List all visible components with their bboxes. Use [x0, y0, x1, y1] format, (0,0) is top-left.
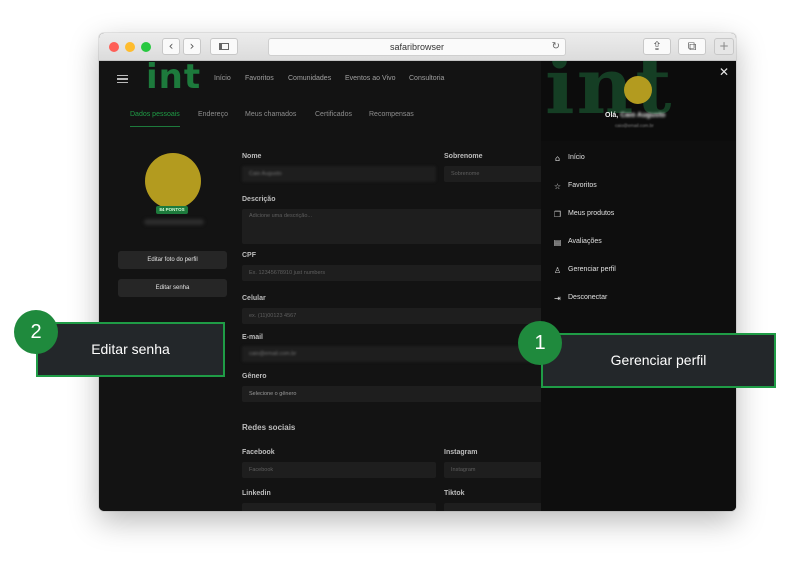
sobrenome-label: Sobrenome [444, 153, 483, 160]
profile-name-blurred [144, 219, 204, 225]
celular-field[interactable]: ex. (11)00123 4567 [242, 308, 544, 324]
greeting-user-name: Caio Augusto [620, 112, 666, 119]
browser-window: ‹ › safaribrowser ↻ ⇪ ⧉ + int Início Fav… [99, 33, 736, 511]
tab-recompensas[interactable]: Recompensas [369, 111, 414, 118]
email-field[interactable]: caio@email.com.br [242, 346, 544, 362]
menu-banner-logo: int [545, 61, 674, 132]
descricao-field[interactable]: Adicione uma descrição... [242, 209, 544, 244]
sobrenome-field[interactable]: Sobrenome [444, 166, 544, 182]
nav-item-consultoria[interactable]: Consultoria [409, 75, 444, 82]
facebook-field[interactable]: Facebook [242, 462, 436, 478]
side-menu-panel: int Olá, Caio Augusto caio@email.com.br … [541, 61, 736, 511]
edit-photo-button[interactable]: Editar foto do perfil [118, 251, 227, 269]
chevron-left-icon[interactable]: ‹ [162, 38, 180, 55]
logout-icon: ⇥ [554, 294, 561, 303]
nav-item-inicio[interactable]: Início [214, 75, 231, 82]
menu-item-label: Início [568, 154, 585, 161]
home-icon: ⌂ [554, 154, 561, 163]
tab-meus-chamados[interactable]: Meus chamados [245, 111, 296, 118]
descricao-label: Descrição [242, 196, 276, 203]
star-icon: ☆ [553, 182, 562, 191]
instagram-label: Instagram [444, 449, 478, 456]
linkedin-field[interactable] [242, 503, 436, 511]
tabs-icon[interactable]: ⧉ [678, 38, 706, 55]
email-label: E-mail [242, 334, 264, 341]
instagram-field[interactable]: Instagram [444, 462, 544, 478]
menu-avatar [624, 76, 652, 104]
edit-password-button[interactable]: Editar senha [118, 279, 227, 297]
avatar [145, 153, 201, 209]
hamburger-menu-icon[interactable] [117, 75, 128, 83]
app-logo[interactable]: int [146, 61, 201, 97]
nav-item-favoritos[interactable]: Favoritos [245, 75, 274, 82]
plus-icon[interactable]: + [714, 38, 734, 55]
close-icon[interactable]: ✕ [719, 65, 729, 79]
tiktok-field[interactable] [444, 503, 544, 511]
tiktok-label: Tiktok [444, 490, 465, 497]
genero-select[interactable]: Selecione o gênero [242, 386, 544, 402]
url-bar[interactable]: safaribrowser ↻ [268, 38, 566, 56]
user-icon: ♙ [553, 266, 562, 275]
active-tab-indicator [130, 126, 180, 127]
callout-badge-2: 2 [14, 310, 58, 354]
sidebar-icon[interactable] [210, 38, 238, 55]
copy-icon: ❐ [553, 210, 562, 219]
app-page: int Início Favoritos Comunidades Eventos… [99, 61, 736, 511]
linkedin-label: Linkedin [242, 490, 271, 497]
cpf-label: CPF [242, 252, 256, 259]
facebook-label: Facebook [242, 449, 275, 456]
callout-gerenciar-perfil: Gerenciar perfil [541, 333, 776, 388]
menu-banner: int Olá, Caio Augusto caio@email.com.br … [541, 61, 736, 141]
menu-user-email: caio@email.com.br [615, 123, 654, 128]
tab-endereco[interactable]: Endereço [198, 111, 228, 118]
book-icon: ▤ [553, 238, 562, 247]
minimize-window-button[interactable] [125, 42, 135, 52]
menu-item-label: Gerenciar perfil [568, 266, 616, 273]
nome-label: Nome [242, 153, 262, 160]
menu-item-label: Avaliações [568, 238, 602, 245]
close-window-button[interactable] [109, 42, 119, 52]
reload-icon[interactable]: ↻ [552, 39, 560, 55]
callout-badge-1: 1 [518, 321, 562, 365]
maximize-window-button[interactable] [141, 42, 151, 52]
url-text: safaribrowser [389, 42, 445, 52]
tab-certificados[interactable]: Certificados [315, 111, 352, 118]
menu-item-label: Desconectar [568, 294, 608, 301]
browser-titlebar: ‹ › safaribrowser ↻ ⇪ ⧉ + [99, 33, 736, 61]
redes-sociais-heading: Redes sociais [242, 423, 296, 432]
menu-item-label: Favoritos [568, 182, 597, 189]
nav-item-comunidades[interactable]: Comunidades [288, 75, 331, 82]
callout-editar-senha: Editar senha [36, 322, 225, 377]
genero-label: Gênero [242, 373, 267, 380]
nome-field[interactable]: Caio Augusto [242, 166, 436, 182]
chevron-right-icon[interactable]: › [183, 38, 201, 55]
nav-item-eventos[interactable]: Eventos ao Vivo [345, 75, 395, 82]
points-badge: 84 PONTOS [156, 206, 188, 214]
share-icon[interactable]: ⇪ [643, 38, 671, 55]
menu-item-label: Meus produtos [568, 210, 615, 217]
cpf-field[interactable]: Ex. 12345678910 just numbers [242, 265, 544, 281]
menu-greeting: Olá, Caio Augusto [605, 112, 665, 119]
greeting-text: Olá, [605, 112, 619, 119]
celular-label: Celular [242, 295, 266, 302]
tab-dados-pessoais[interactable]: Dados pessoais [130, 111, 180, 118]
